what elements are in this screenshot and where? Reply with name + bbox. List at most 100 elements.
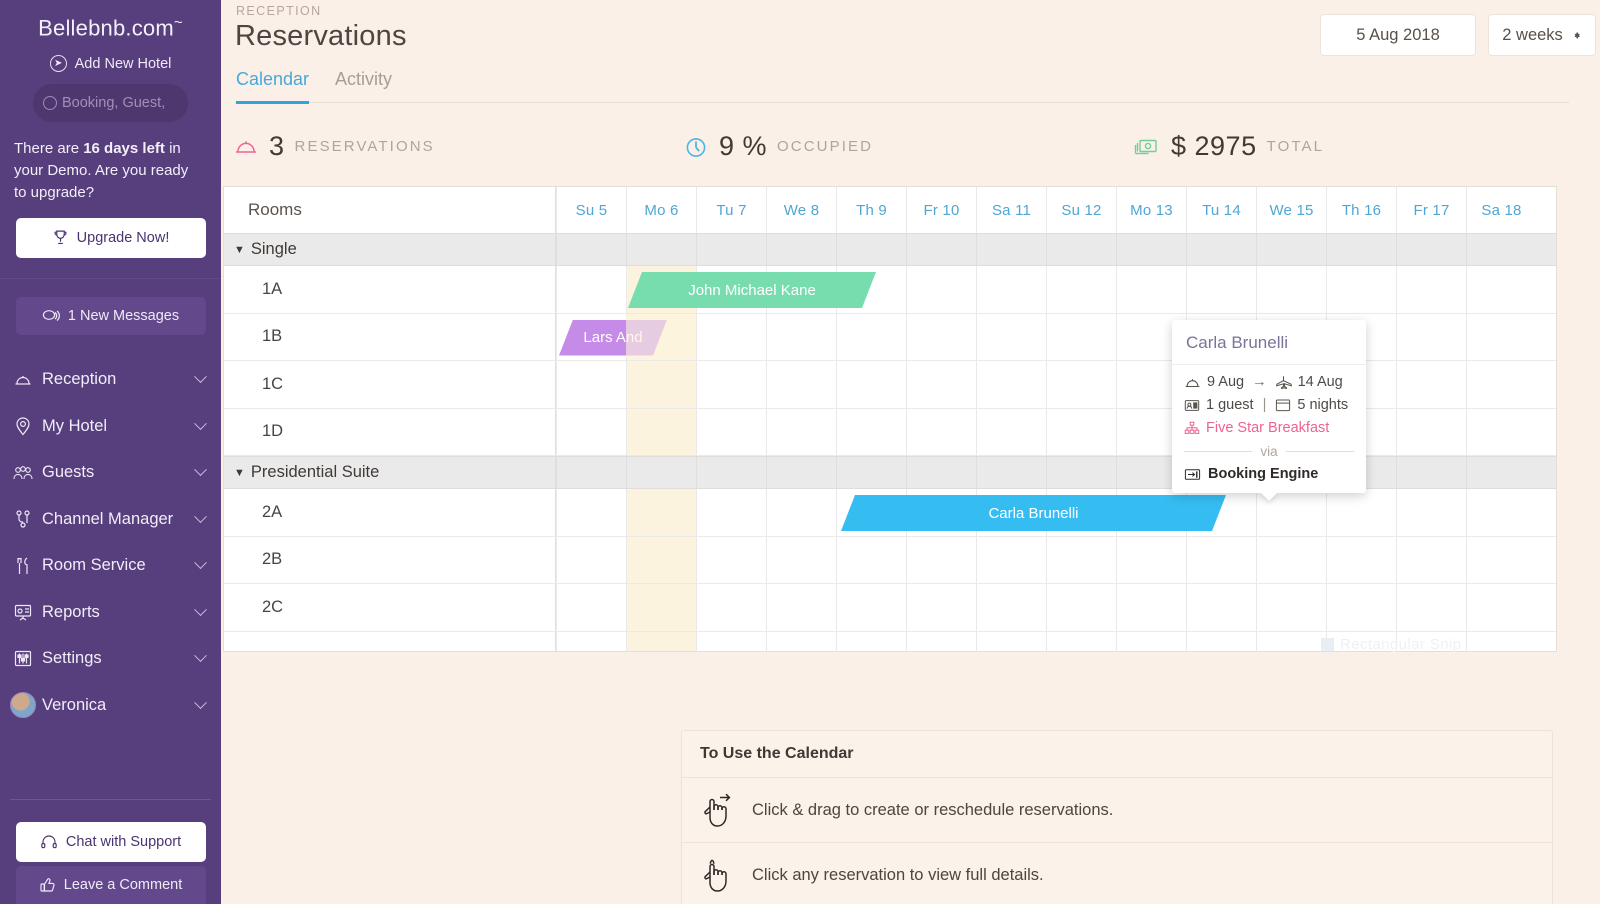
day-header[interactable]: Sa 11	[976, 187, 1046, 233]
tooltip-separator: |	[1262, 397, 1267, 413]
tooltip-extra[interactable]: Five Star Breakfast	[1184, 420, 1354, 436]
new-messages-button[interactable]: 1 New Messages	[15, 296, 206, 335]
help-row-text: Click any reservation to view full detai…	[752, 865, 1044, 884]
stat-reservations-value: 3	[269, 131, 285, 161]
day-header[interactable]: Mo 13	[1116, 187, 1186, 233]
tooltip-check-in: 9 Aug	[1207, 374, 1245, 390]
compass-icon: ➤	[49, 55, 67, 73]
sidebar-item-room-service[interactable]: Room Service	[0, 543, 221, 590]
room-group-header[interactable]: ▼ Single	[224, 233, 1556, 266]
day-header[interactable]: Su 12	[1046, 187, 1116, 233]
footer-divider	[10, 799, 211, 800]
room-timeline[interactable]: Lars And	[556, 313, 1556, 360]
app-root: Bellebnb.com~ ➤ Add New Hotel Booking, G…	[0, 0, 1600, 904]
bell-icon	[10, 372, 36, 388]
room-timeline[interactable]	[556, 536, 1556, 583]
search-input[interactable]: Booking, Guest,	[33, 84, 188, 123]
reservation-bar[interactable]: John Michael Kane	[628, 272, 876, 308]
day-header[interactable]: We 8	[766, 187, 836, 233]
tooltip-guest-name: Carla Brunelli	[1172, 320, 1366, 365]
room-name: 2B	[224, 536, 556, 583]
sidebar-item-user-profile[interactable]: Veronica	[0, 682, 221, 729]
day-header[interactable]: Th 9	[836, 187, 906, 233]
date-picker-button[interactable]: 5 Aug 2018	[1320, 14, 1476, 56]
sidebar-item-label: Settings	[42, 649, 102, 668]
room-timeline[interactable]	[556, 408, 1556, 455]
day-header[interactable]: Tu 7	[696, 187, 766, 233]
room-name: 1A	[224, 266, 556, 313]
tab-activity[interactable]: Activity	[335, 69, 392, 102]
chat-bubble-icon	[42, 308, 60, 324]
day-header[interactable]: Mo 6	[626, 187, 696, 233]
sidebar-item-label: Reception	[42, 370, 117, 389]
help-panel-title: To Use the Calendar	[682, 731, 1552, 778]
day-header[interactable]: Tu 14	[1186, 187, 1256, 233]
room-timeline[interactable]	[556, 584, 1556, 631]
plane-icon	[1275, 375, 1292, 389]
tooltip-pointer	[1260, 492, 1278, 501]
upgrade-now-button[interactable]: Upgrade Now!	[15, 217, 206, 258]
page-header: RECEPTION Reservations Calendar Activity…	[221, 0, 1600, 104]
day-header[interactable]: Fr 17	[1396, 187, 1466, 233]
range-select[interactable]: 2 weeks ▲ ▼	[1488, 14, 1596, 56]
chevron-down-icon	[194, 649, 207, 663]
room-name: 1C	[224, 361, 556, 408]
tooltip-check-out: 14 Aug	[1297, 374, 1343, 390]
brand-logo[interactable]: Bellebnb.com~	[0, 0, 221, 47]
help-row-text: Click & drag to create or reschedule res…	[752, 800, 1114, 819]
tooltip-source-label: Booking Engine	[1208, 466, 1319, 482]
rooms-column-header: Rooms	[224, 187, 556, 233]
sidebar-item-reports[interactable]: Reports	[0, 589, 221, 636]
leave-a-comment-label: Leave a Comment	[63, 877, 183, 893]
table-row: 2C	[224, 584, 1556, 632]
sidebar-item-settings[interactable]: Settings	[0, 636, 221, 683]
brand-tilde: ~	[173, 14, 183, 31]
stat-occupied: 9 % OCCUPIED	[683, 131, 1133, 162]
add-new-hotel-button[interactable]: ➤ Add New Hotel	[0, 47, 221, 78]
sidebar-item-channel-manager[interactable]: Channel Manager	[0, 496, 221, 543]
sidebar-item-guests[interactable]: Guests	[0, 450, 221, 497]
tooltip-guests-nights: 1 guest | 5 nights	[1184, 397, 1354, 413]
caret-down-icon: ▼	[234, 243, 245, 256]
chevron-down-icon	[194, 463, 207, 477]
room-name: 2A	[224, 489, 556, 536]
upgrade-now-label: Upgrade Now!	[76, 229, 170, 246]
room-timeline[interactable]	[556, 361, 1556, 408]
day-header[interactable]: Sa 18	[1466, 187, 1536, 233]
stat-occupied-value: 9 %	[719, 131, 768, 161]
room-timeline[interactable]: Carla Brunelli	[556, 489, 1556, 536]
money-icon	[1133, 135, 1161, 159]
sidebar-item-label: Guests	[42, 463, 95, 482]
tooltip-guest-count: 1 guest	[1206, 397, 1254, 413]
leave-a-comment-button[interactable]: Leave a Comment	[15, 866, 206, 904]
snip-square-icon	[1321, 638, 1334, 651]
room-timeline[interactable]: John Michael Kane	[556, 266, 1556, 313]
sidebar-nav: Reception My Hotel Guests Channel Manage…	[0, 357, 221, 729]
day-header[interactable]: Su 5	[556, 187, 626, 233]
chat-with-support-label: Chat with Support	[65, 834, 182, 850]
day-header[interactable]: We 15	[1256, 187, 1326, 233]
room-name: 1D	[224, 408, 556, 455]
sidebar-item-label: Veronica	[42, 695, 107, 714]
help-row-drag: Click & drag to create or reschedule res…	[682, 778, 1552, 843]
day-header[interactable]: Fr 10	[906, 187, 976, 233]
room-group-name: Single	[250, 240, 297, 258]
rooms-footer-cell	[224, 631, 556, 651]
screenshot-watermark: Rectangular Snip	[1321, 636, 1461, 653]
day-headers: Su 5 Mo 6 Tu 7 We 8 Th 9 Fr 10 Sa 11 Su …	[556, 187, 1556, 233]
sidebar-item-reception[interactable]: Reception	[0, 357, 221, 404]
chat-with-support-button[interactable]: Chat with Support	[15, 822, 206, 862]
demo-prefix: There are	[14, 140, 84, 158]
reservation-bar[interactable]: Carla Brunelli	[841, 495, 1226, 531]
stats-row: 3 RESERVATIONS 9 % OCCUPIED $ 2975 TOTAL	[221, 131, 1600, 162]
demo-days-left: 16 days left	[83, 140, 165, 158]
new-messages-label: 1 New Messages	[67, 307, 180, 324]
clock-icon	[683, 134, 709, 160]
tab-calendar[interactable]: Calendar	[236, 69, 310, 104]
day-header[interactable]: Th 16	[1326, 187, 1396, 233]
calendar-header-row: Rooms Su 5 Mo 6 Tu 7 We 8 Th 9 Fr 10 Sa …	[224, 187, 1556, 233]
hand-click-icon	[700, 857, 734, 893]
chevron-down-icon	[194, 417, 207, 430]
reservation-bar[interactable]: Lars And	[559, 320, 667, 356]
sidebar-item-my-hotel[interactable]: My Hotel	[0, 403, 221, 450]
